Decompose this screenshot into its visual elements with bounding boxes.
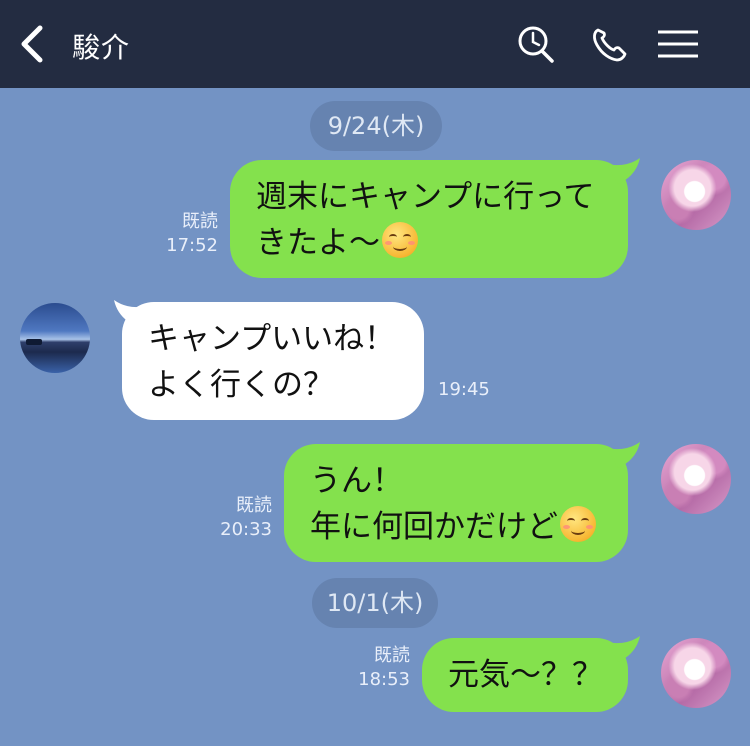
chat-header: 駿介 — [0, 0, 750, 88]
chat-area[interactable]: 9/24(木) 既読 17:52 週末にキャンプに行って きたよ〜 キャンプいい… — [0, 88, 750, 746]
contact-name[interactable]: 駿介 — [72, 26, 130, 66]
bubble-tail — [606, 158, 640, 184]
contact-avatar[interactable] — [20, 303, 90, 373]
read-status: 既読 — [236, 495, 272, 516]
menu-icon[interactable] — [656, 24, 700, 64]
message-text: 元気〜？？ — [448, 657, 603, 693]
search-icon[interactable] — [514, 24, 558, 64]
message-text: きたよ〜 — [256, 225, 380, 261]
date-separator: 9/24(木) — [310, 101, 442, 151]
bubble-tail — [606, 636, 640, 662]
outgoing-message-bubble[interactable]: 元気〜？？ — [422, 638, 628, 712]
phone-icon[interactable] — [588, 24, 632, 64]
my-avatar[interactable] — [661, 160, 731, 230]
back-arrow-icon[interactable] — [14, 22, 54, 66]
message-meta: 既読 17:52 — [140, 210, 218, 258]
message-text: キャンプいいね！ — [148, 321, 396, 357]
date-separator: 10/1(木) — [312, 578, 438, 628]
read-status: 既読 — [374, 645, 410, 666]
outgoing-message-bubble[interactable]: うん！ 年に何回かだけど — [284, 444, 628, 562]
timestamp: 19:45 — [438, 379, 490, 400]
incoming-message-bubble[interactable]: キャンプいいね！ よく行くの？ — [122, 302, 424, 420]
timestamp: 18:53 — [358, 669, 410, 690]
message-text: 週末にキャンプに行って — [256, 179, 595, 215]
read-status: 既読 — [182, 211, 218, 232]
message-text: よく行くの？ — [148, 367, 334, 403]
message-text: 年に何回かだけど — [310, 509, 558, 545]
timestamp: 17:52 — [166, 235, 218, 256]
timestamp: 20:33 — [220, 519, 272, 540]
my-avatar[interactable] — [661, 638, 731, 708]
bubble-tail — [606, 442, 640, 468]
message-meta: 既読 18:53 — [334, 644, 410, 692]
relieved-face-icon — [382, 222, 418, 258]
my-avatar[interactable] — [661, 444, 731, 514]
outgoing-message-bubble[interactable]: 週末にキャンプに行って きたよ〜 — [230, 160, 628, 278]
message-meta: 既読 20:33 — [196, 494, 272, 542]
message-text: うん！ — [310, 463, 403, 499]
relieved-face-icon — [560, 506, 596, 542]
